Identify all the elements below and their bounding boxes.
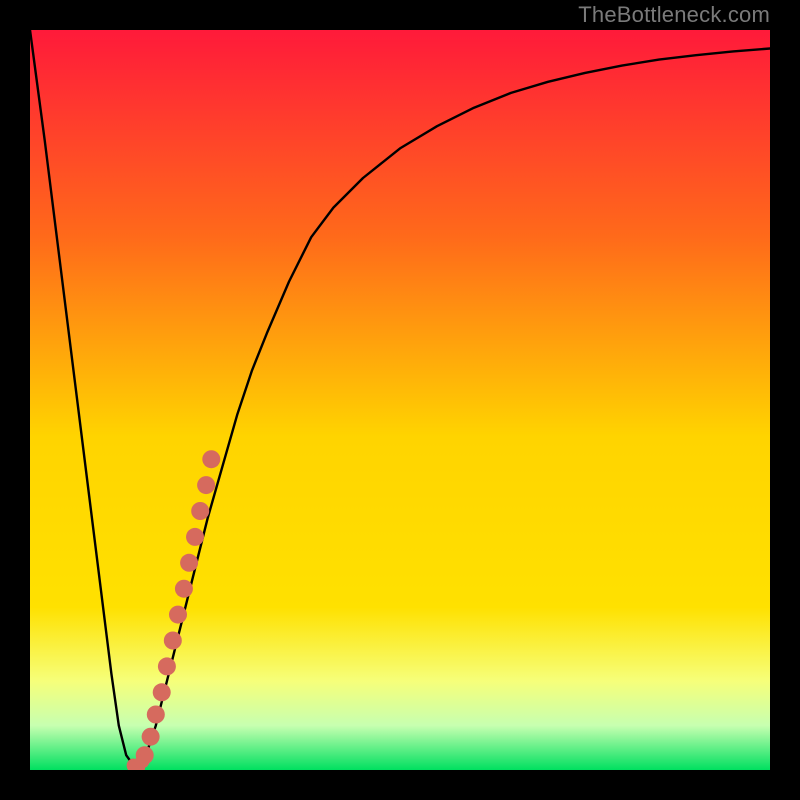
chart-svg [30,30,770,770]
marker-dot [186,528,204,546]
gradient-background [30,30,770,770]
outer-frame: TheBottleneck.com [0,0,800,800]
marker-dot [202,450,220,468]
plot-area [30,30,770,770]
marker-dot [142,728,160,746]
marker-dot [197,476,215,494]
marker-dot [147,706,165,724]
watermark-text: TheBottleneck.com [578,2,770,28]
marker-dot [175,580,193,598]
marker-dot [169,606,187,624]
marker-dot [180,554,198,572]
marker-dot [158,657,176,675]
marker-dot [164,632,182,650]
marker-dot [135,754,149,768]
marker-dot [153,683,171,701]
marker-dot [191,502,209,520]
